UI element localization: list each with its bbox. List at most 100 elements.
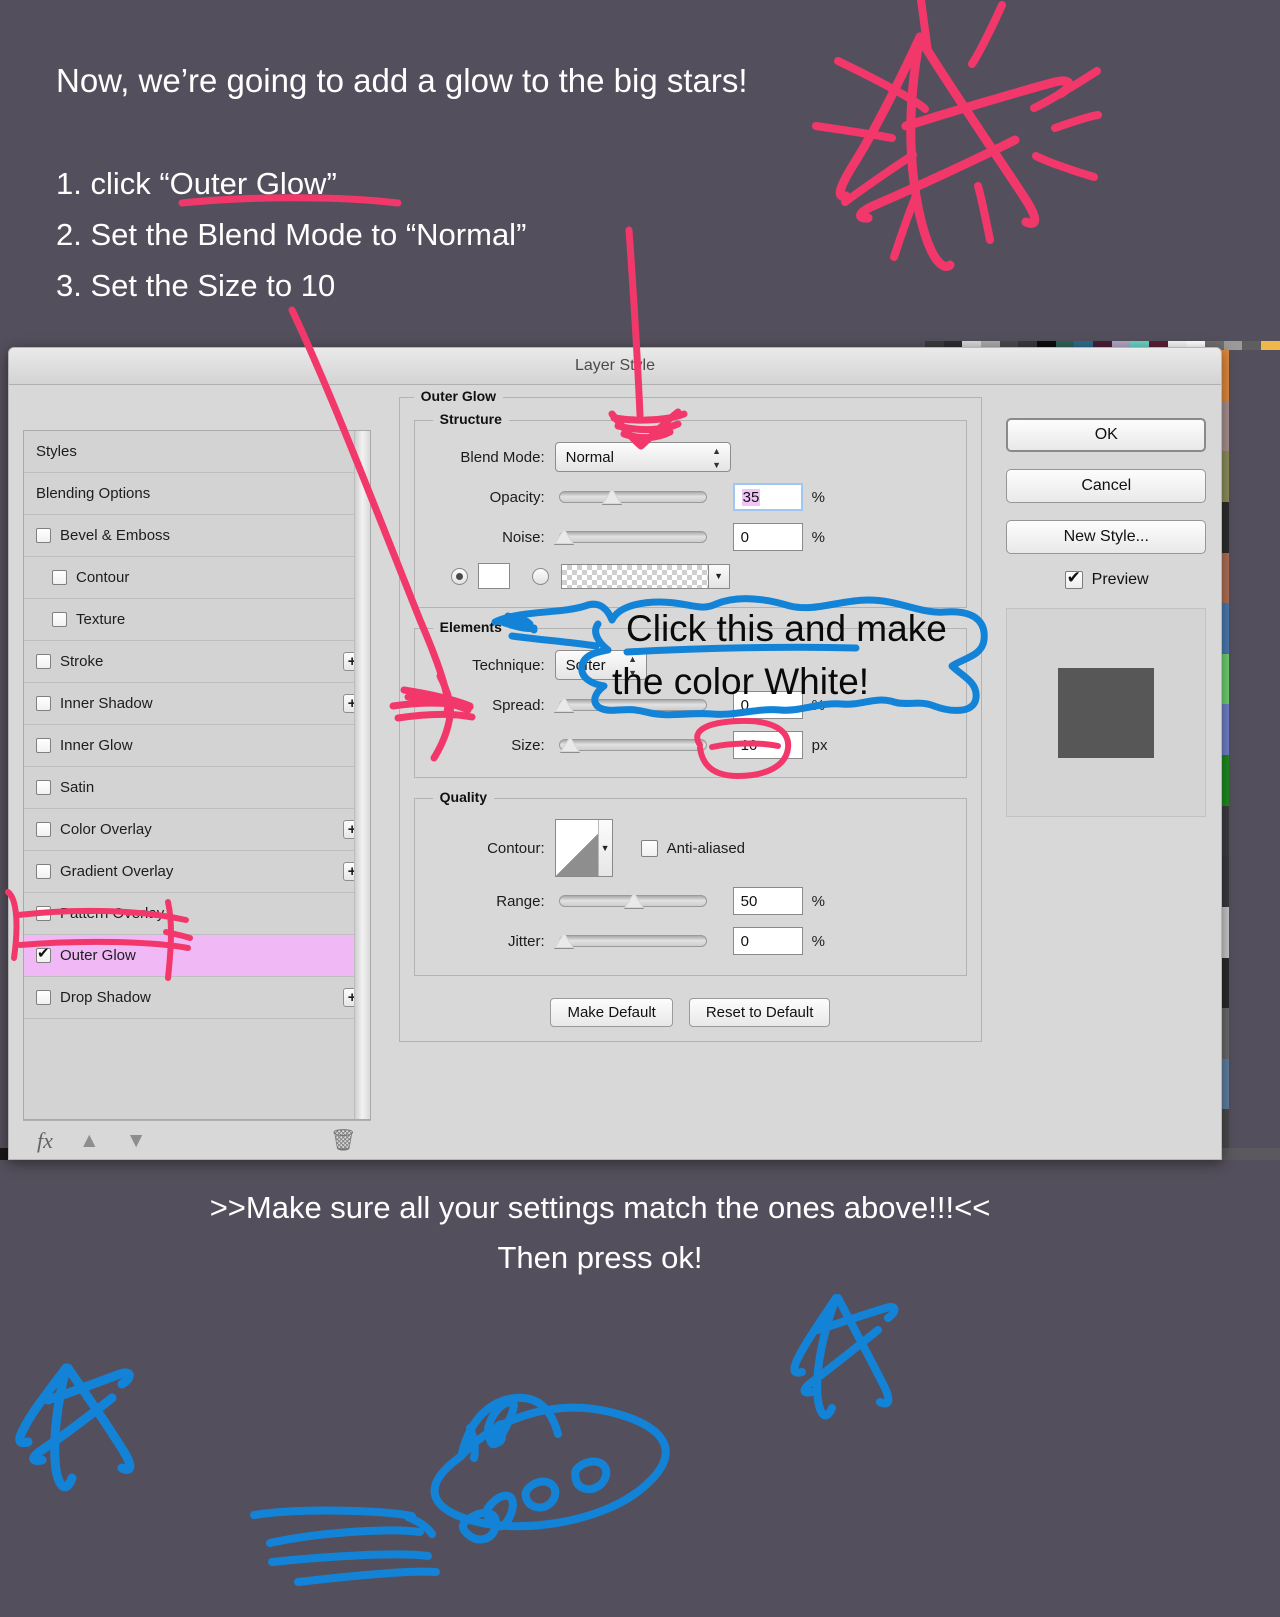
move-down-icon[interactable]: ▼ [126, 1129, 147, 1153]
opacity-label: Opacity: [489, 488, 545, 506]
jitter-row: Jitter: 0 % [427, 921, 955, 961]
chevron-down-icon[interactable]: ▼ [597, 820, 612, 876]
gradient-dropdown-icon[interactable]: ▼ [708, 563, 730, 589]
spread-slider[interactable] [553, 696, 707, 712]
style-list-item[interactable]: Color Overlay + [24, 809, 370, 851]
style-list-item[interactable]: Texture [24, 599, 370, 641]
technique-label: Technique: [472, 656, 545, 674]
opacity-slider-thumb[interactable] [601, 488, 622, 504]
move-up-icon[interactable]: ▲ [79, 1129, 100, 1153]
noise-slider-thumb[interactable] [553, 528, 574, 544]
styles-column: Styles Blending Options Bevel & Emboss Cont… [23, 397, 371, 1159]
style-enable-checkbox[interactable] [52, 612, 67, 627]
range-slider[interactable] [558, 892, 707, 908]
style-enable-checkbox[interactable] [36, 864, 51, 879]
noise-unit: % [811, 528, 825, 546]
spread-value: 0 [740, 696, 749, 714]
style-list-item-label: Styles [36, 443, 77, 460]
background-swatch [1223, 341, 1243, 350]
spread-row: Spread: 0 % [427, 685, 955, 725]
noise-input[interactable]: 0 [732, 523, 803, 551]
chevron-updown-icon: ▲ ▼ [628, 654, 638, 678]
opacity-input[interactable]: 35 [732, 483, 803, 511]
technique-select[interactable]: Softer ▲ ▼ [554, 650, 647, 680]
style-enable-checkbox[interactable] [36, 696, 51, 711]
blend-mode-row: Blend Mode: Normal ▲ ▼ [427, 437, 955, 477]
style-list-item[interactable]: Contour [24, 557, 370, 599]
size-input[interactable]: 10 [732, 731, 803, 759]
style-list-item[interactable]: Blending Options [24, 473, 370, 515]
style-list-item-label: Drop Shadow [60, 989, 151, 1006]
jitter-slider-thumb[interactable] [553, 932, 574, 948]
preview-checkbox[interactable] [1064, 568, 1083, 589]
elements-legend: Elements [432, 619, 509, 635]
dialog-titlebar[interactable]: Layer Style [9, 348, 1221, 385]
new-style-button[interactable]: New Style... [1006, 520, 1207, 554]
style-list-item[interactable]: Satin [24, 767, 370, 809]
style-list-item[interactable]: Styles [24, 431, 370, 473]
style-list-item[interactable]: Pattern Overlay [24, 893, 370, 935]
fx-icon[interactable]: fx [37, 1128, 53, 1154]
style-enable-checkbox[interactable] [36, 906, 51, 921]
style-enable-checkbox[interactable] [36, 990, 51, 1005]
footer-line-2: Then press ok! [497, 1240, 703, 1275]
cancel-button[interactable]: Cancel [1006, 469, 1207, 503]
style-list-item-label: Satin [60, 779, 95, 796]
style-list-item[interactable]: Gradient Overlay + [24, 851, 370, 893]
gradient-radio[interactable] [531, 567, 549, 585]
size-slider-thumb[interactable] [559, 736, 580, 752]
noise-slider[interactable] [553, 528, 707, 544]
style-list-item[interactable]: Drop Shadow + [24, 977, 370, 1019]
contour-preset-picker[interactable]: ▼ [554, 819, 613, 877]
size-slider[interactable] [558, 736, 707, 752]
style-list-item[interactable]: Bevel & Emboss [24, 515, 370, 557]
structure-group: Structure Blend Mode: Normal ▲ ▼ Opacity: [413, 411, 968, 608]
jitter-input[interactable]: 0 [732, 927, 803, 955]
anti-aliased-checkbox[interactable] [640, 839, 658, 857]
styles-list-scrollbar[interactable] [353, 431, 370, 1119]
quality-legend: Quality [432, 789, 495, 805]
gradient-swatch[interactable] [560, 563, 709, 589]
style-enable-checkbox[interactable] [52, 570, 67, 585]
style-list-item[interactable]: Stroke + [24, 641, 370, 683]
range-input[interactable]: 50 [732, 887, 803, 915]
glow-color-swatch[interactable] [477, 563, 510, 589]
style-list-item-label: Pattern Overlay [60, 905, 165, 922]
opacity-value: 35 [741, 488, 761, 506]
style-list-item[interactable]: Outer Glow [24, 935, 370, 977]
opacity-slider[interactable] [558, 488, 707, 504]
spread-slider-thumb[interactable] [553, 696, 574, 712]
style-enable-checkbox[interactable] [36, 822, 51, 837]
delete-icon[interactable]: 🗑 [330, 1129, 357, 1153]
solid-color-radio[interactable] [450, 567, 468, 585]
style-enable-checkbox[interactable] [36, 654, 51, 669]
spread-input[interactable]: 0 [732, 691, 803, 719]
buttons-column: OK Cancel New Style... Preview [1006, 397, 1207, 1159]
jitter-value: 0 [740, 932, 749, 950]
preview-toggle-row[interactable]: Preview [1006, 568, 1207, 589]
range-slider-thumb[interactable] [623, 892, 644, 908]
contour-row: Contour: ▼ Anti-aliased [427, 815, 955, 881]
style-enable-checkbox[interactable] [36, 945, 51, 963]
styles-list[interactable]: Styles Blending Options Bevel & Emboss Cont… [23, 430, 371, 1120]
style-enable-checkbox[interactable] [36, 780, 51, 795]
ok-button[interactable]: OK [1006, 418, 1207, 452]
outer-glow-legend: Outer Glow [413, 388, 504, 404]
jitter-slider[interactable] [553, 932, 707, 948]
blue-spaceship-doodle [250, 1393, 670, 1586]
pink-star-doodle [835, 32, 1074, 271]
make-default-button[interactable]: Make Default [550, 998, 673, 1027]
elements-group: Elements Technique: Softer ▲ ▼ Spread: 0… [413, 619, 968, 778]
background-swatch [1261, 341, 1280, 350]
noise-row: Noise: 0 % [427, 517, 955, 557]
footer-line-1: >>Make sure all your settings match the … [209, 1190, 991, 1225]
style-list-item[interactable]: Inner Glow [24, 725, 370, 767]
page-root: Now, we’re going to add a glow to the bi… [0, 0, 1280, 1617]
style-list-item[interactable]: Inner Shadow + [24, 683, 370, 725]
style-enable-checkbox[interactable] [36, 528, 51, 543]
blend-mode-select[interactable]: Normal ▲ ▼ [554, 442, 731, 472]
style-enable-checkbox[interactable] [36, 738, 51, 753]
reset-to-default-button[interactable]: Reset to Default [688, 998, 831, 1027]
opacity-row: Opacity: 35 % [427, 477, 955, 517]
style-list-item-label: Gradient Overlay [60, 863, 174, 880]
